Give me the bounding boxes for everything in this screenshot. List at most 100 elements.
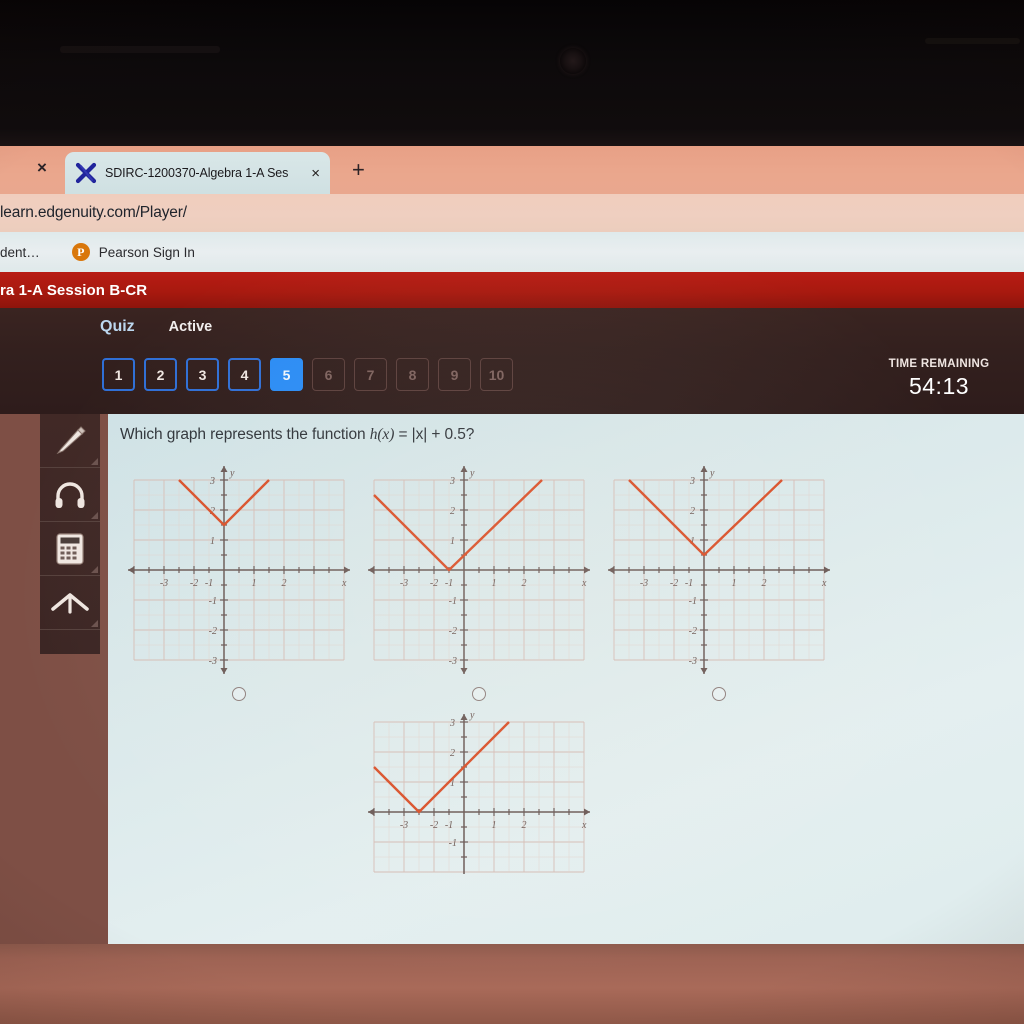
app-title-bar: ra 1-A Session B-CR: [0, 272, 1024, 308]
bezel-detail-left: [60, 46, 220, 53]
svg-text:y: y: [709, 468, 715, 479]
svg-text:-1: -1: [445, 578, 453, 589]
svg-text:3: 3: [449, 476, 455, 487]
url-text: learn.edgenuity.com/Player/: [0, 204, 187, 221]
svg-text:-1: -1: [689, 596, 697, 607]
svg-text:-2: -2: [449, 626, 457, 637]
browser-url-bar[interactable]: learn.edgenuity.com/Player/: [0, 194, 1024, 232]
bookmarks-bar: dent… P Pearson Sign In: [0, 232, 1024, 272]
svg-text:-2: -2: [190, 578, 198, 589]
laptop-photo: × SDIRC-1200370-Algebra 1-A Ses × + lear…: [0, 0, 1024, 1024]
svg-text:-3: -3: [689, 656, 697, 667]
svg-text:3: 3: [209, 476, 215, 487]
svg-text:-1: -1: [205, 578, 213, 589]
svg-text:2: 2: [450, 506, 455, 517]
time-remaining-label: TIME REMAINING: [888, 358, 990, 370]
svg-text:3: 3: [689, 476, 695, 487]
laptop-bezel-bottom: [0, 944, 1024, 1024]
bookmark-item-pearson[interactable]: Pearson Sign In: [99, 245, 195, 260]
pearson-icon: P: [71, 243, 90, 261]
browser-tab-title: SDIRC-1200370-Algebra 1-A Ses: [105, 166, 289, 180]
svg-text:-1: -1: [209, 596, 217, 607]
svg-text:x: x: [581, 578, 587, 589]
answer-choice-b[interactable]: -3 -2 -1 1 2 3 2 1 -1 -2 -3 y x: [364, 458, 594, 701]
svg-text:-1: -1: [445, 820, 453, 831]
x-logo-icon: [75, 162, 97, 184]
svg-text:-2: -2: [689, 626, 697, 637]
question-number-7: 7: [354, 358, 387, 391]
tool-rail: [40, 414, 100, 654]
audio-tool-button[interactable]: [40, 468, 100, 522]
svg-text:x: x: [581, 820, 587, 831]
radio-row-c: [604, 687, 834, 701]
browser-tab[interactable]: SDIRC-1200370-Algebra 1-A Ses ×: [65, 152, 330, 194]
graph-d: -3 -2 -1 1 2 3 2 1 -1 y x: [364, 710, 594, 880]
highlighter-icon: [52, 425, 88, 456]
svg-text:1: 1: [732, 578, 737, 589]
time-remaining: TIME REMAINING 54:13: [854, 358, 1024, 400]
svg-text:1: 1: [210, 536, 215, 547]
question-number-2[interactable]: 2: [144, 358, 177, 391]
svg-text:2: 2: [522, 578, 527, 589]
svg-text:1: 1: [492, 820, 497, 831]
question-text: Which graph represents the function h(x)…: [120, 426, 474, 444]
answer-radio-b[interactable]: [472, 687, 486, 701]
graph-b: -3 -2 -1 1 2 3 2 1 -1 -2 -3 y x: [364, 458, 594, 683]
answer-radio-c[interactable]: [712, 687, 726, 701]
svg-text:-3: -3: [160, 578, 168, 589]
graph-c: -3 -2 -1 1 2 3 2 1 -1 -2 -3 y x: [604, 458, 834, 683]
svg-text:2: 2: [762, 578, 767, 589]
new-tab-button[interactable]: +: [352, 159, 365, 181]
svg-text:-2: -2: [430, 820, 438, 831]
laptop-screen: × SDIRC-1200370-Algebra 1-A Ses × + lear…: [0, 146, 1024, 944]
svg-text:-3: -3: [640, 578, 648, 589]
svg-text:-1: -1: [685, 578, 693, 589]
bookmark-item-student[interactable]: dent…: [0, 245, 40, 260]
question-number-6: 6: [312, 358, 345, 391]
svg-text:1: 1: [492, 578, 497, 589]
svg-text:1: 1: [252, 578, 257, 589]
svg-text:2: 2: [450, 748, 455, 759]
time-remaining-value: 54:13: [908, 373, 970, 399]
svg-text:-2: -2: [670, 578, 678, 589]
question-number-5[interactable]: 5: [270, 358, 303, 391]
calculator-tool-button[interactable]: [40, 522, 100, 576]
svg-text:2: 2: [690, 506, 695, 517]
question-number-4[interactable]: 4: [228, 358, 261, 391]
svg-text:1: 1: [450, 536, 455, 547]
answer-radio-a[interactable]: [232, 687, 246, 701]
svg-text:y: y: [469, 468, 475, 479]
collapse-tool-button[interactable]: [40, 576, 100, 630]
tab-quiz[interactable]: Quiz: [100, 318, 135, 336]
question-number-9: 9: [438, 358, 471, 391]
answer-choice-d[interactable]: -3 -2 -1 1 2 3 2 1 -1 y x: [364, 710, 594, 898]
answer-choice-c[interactable]: -3 -2 -1 1 2 3 2 1 -1 -2 -3 y x: [604, 458, 834, 701]
question-number-3[interactable]: 3: [186, 358, 219, 391]
answer-choice-a[interactable]: -3 -2 12 -1 2 3 1 -1 -2 -3 y x: [124, 458, 354, 701]
svg-text:-3: -3: [449, 656, 457, 667]
highlighter-tool-button[interactable]: [40, 414, 100, 468]
page-title: ra 1-A Session B-CR: [0, 281, 148, 299]
svg-text:-3: -3: [400, 578, 408, 589]
quiz-navigation-bar: Quiz Active 1 2 3 4 5 6 7 8 9 10 TIME RE…: [0, 308, 1024, 414]
radio-row-b: [364, 687, 594, 701]
question-number-8: 8: [396, 358, 429, 391]
svg-text:y: y: [469, 710, 475, 721]
svg-text:3: 3: [449, 718, 455, 729]
radio-row-d: [364, 884, 594, 898]
question-number-list: 1 2 3 4 5 6 7 8 9 10: [102, 358, 513, 391]
tab-active[interactable]: Active: [169, 319, 213, 335]
question-prefix: Which graph represents the function: [120, 426, 370, 443]
laptop-bezel-top: [0, 0, 1024, 146]
webcam-icon: [560, 48, 586, 74]
calculator-icon: [56, 532, 84, 565]
question-number-1[interactable]: 1: [102, 358, 135, 391]
question-function-arg: (x): [377, 426, 395, 443]
quiz-tabs: Quiz Active: [100, 318, 212, 336]
radio-row-a: [124, 687, 354, 701]
question-number-10: 10: [480, 358, 513, 391]
svg-text:y: y: [229, 468, 235, 479]
bezel-detail-right: [925, 38, 1020, 44]
left-close-icon[interactable]: ×: [30, 156, 54, 180]
tab-close-icon[interactable]: ×: [311, 165, 322, 182]
